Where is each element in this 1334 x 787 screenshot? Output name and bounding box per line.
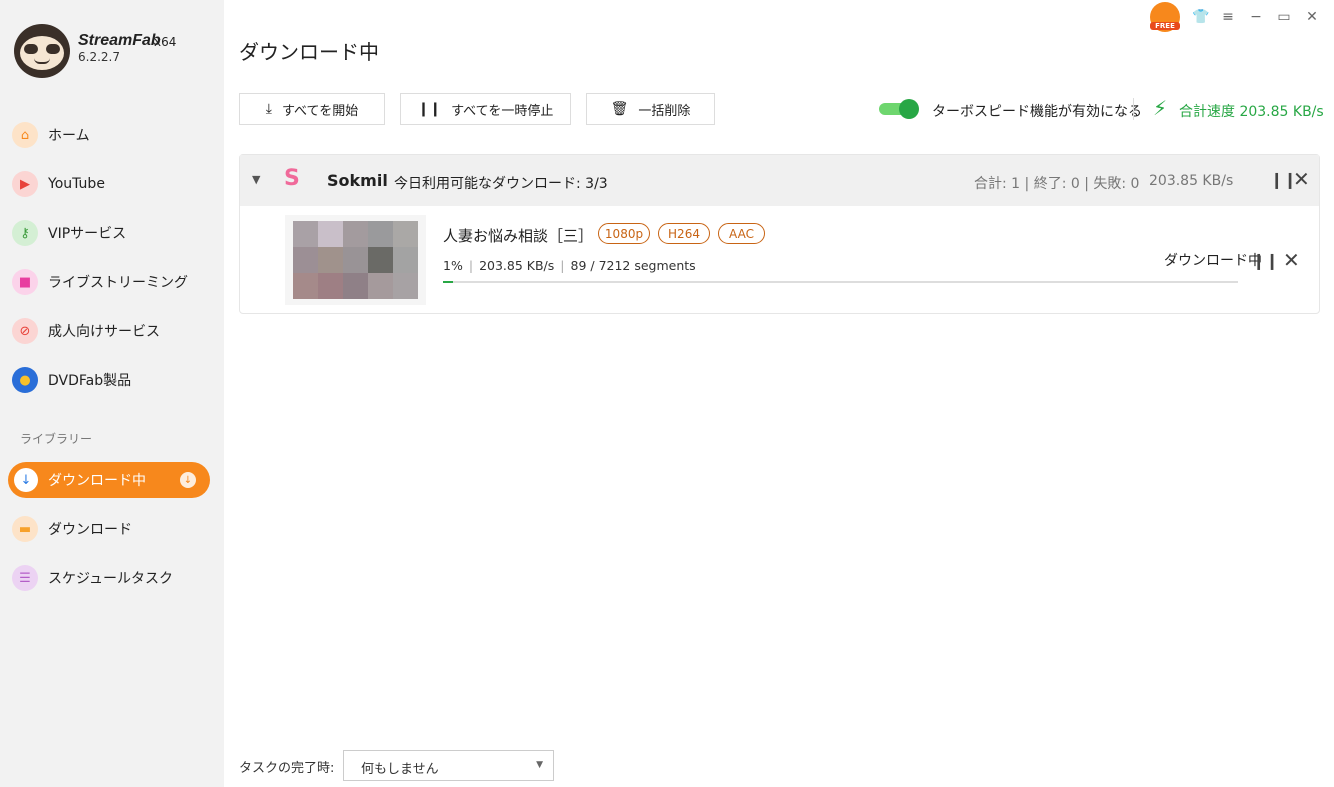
sidebar-item-vip[interactable]: ⚷ VIPサービス [12, 215, 212, 251]
menu-icon[interactable]: ≡ [1220, 9, 1236, 25]
group-close-icon[interactable]: ✕ [1293, 167, 1310, 191]
sidebar-item-downloaded[interactable]: ▬ ダウンロード [12, 511, 212, 547]
group-stats: 合計: 1 | 終了: 0 | 失敗: 0 [974, 176, 1140, 192]
sidebar-item-youtube[interactable]: ▶ YouTube [12, 166, 212, 202]
lightning-icon: ⚡ [1153, 96, 1168, 120]
dvdfab-icon: ● [12, 367, 38, 393]
group-header: ▼ S Sokmil 今日利用可能なダウンロード: 3/3 合計: 1 | 終了… [240, 155, 1319, 206]
task-segments: 89 / 7212 segments [570, 258, 696, 273]
delete-all-label: 一括削除 [638, 103, 691, 119]
trash-icon: 🗑 [610, 101, 629, 117]
divider [1133, 98, 1134, 120]
pause-all-label: すべてを一時停止 [451, 103, 554, 119]
schedule-icon: ☰ [12, 565, 38, 591]
sloth-logo-icon [14, 24, 70, 78]
app-name: StreamFab [78, 32, 161, 49]
camera-icon: ■ [12, 269, 38, 295]
download-icon: ↓ [14, 468, 38, 492]
site-quota: 今日利用可能なダウンロード: 3/3 [394, 176, 608, 192]
sidebar-item-label: 成人向けサービス [48, 324, 160, 340]
group-speed: 203.85 KB/s [1149, 173, 1234, 189]
page-title: ダウンロード中 [239, 40, 379, 64]
completion-value: 何もしません [361, 762, 439, 777]
sidebar-item-dvdfab[interactable]: ● DVDFab製品 [12, 362, 212, 398]
folder-icon: ▬ [12, 516, 38, 542]
task-title: 人妻お悩み相談［三］ [443, 227, 594, 245]
completion-label: タスクの完了時: [239, 761, 335, 776]
free-badge[interactable]: FREE [1150, 2, 1180, 32]
download-badge-icon: ↓ [180, 472, 196, 488]
completion-select[interactable]: 何もしません ▼ [343, 750, 554, 781]
task-meta: 1% | 203.85 KB/s | 89 / 7212 segments [443, 258, 696, 273]
sidebar-item-label: ダウンロード中 [48, 473, 146, 489]
sokmil-logo-icon: S [284, 166, 300, 191]
sidebar-item-home[interactable]: ⌂ ホーム [12, 117, 212, 153]
app-version: 6.2.2.7 [78, 50, 120, 64]
sidebar-item-label: ダウンロード [48, 522, 132, 538]
sidebar-item-downloading[interactable]: ↓ ダウンロード中 ↓ [8, 462, 210, 498]
shirt-icon[interactable]: 👕 [1192, 9, 1209, 25]
video-codec-tag: H264 [658, 223, 710, 244]
youtube-icon: ▶ [12, 171, 38, 197]
start-all-button[interactable]: ⤓ すべてを開始 [239, 93, 385, 125]
sidebar-item-label: スケジュールタスク [48, 571, 174, 587]
app-arch: x64 [154, 35, 177, 49]
sidebar-item-label: ライブストリーミング [48, 275, 188, 291]
chevron-down-icon: ▼ [536, 760, 543, 770]
delete-all-button[interactable]: 🗑 一括削除 [586, 93, 715, 125]
video-thumbnail [285, 215, 426, 305]
collapse-caret-icon[interactable]: ▼ [252, 173, 260, 186]
task-pause-icon[interactable]: ❙❙ [1252, 251, 1279, 270]
free-label: FREE [1150, 22, 1180, 30]
start-all-label: すべてを開始 [281, 103, 359, 119]
sidebar-item-label: ホーム [48, 128, 90, 144]
site-name: Sokmil [327, 171, 388, 190]
sidebar-item-live[interactable]: ■ ライブストリーミング [12, 264, 212, 300]
task-progress-fill [443, 281, 453, 283]
download-arrow-icon: ⤓ [265, 101, 272, 117]
task-close-icon[interactable]: ✕ [1283, 248, 1300, 272]
sidebar: StreamFab x64 6.2.2.7 ⌂ ホーム ▶ YouTube ⚷ … [0, 0, 224, 787]
sidebar-item-adult[interactable]: ⊘ 成人向けサービス [12, 313, 212, 349]
sidebar-item-label: VIPサービス [48, 226, 127, 242]
download-group: ▼ S Sokmil 今日利用可能なダウンロード: 3/3 合計: 1 | 終了… [239, 154, 1320, 314]
key-icon: ⚷ [12, 220, 38, 246]
pause-icon: ❙❙ [417, 101, 442, 117]
minimize-icon[interactable]: − [1248, 9, 1264, 25]
home-icon: ⌂ [12, 122, 38, 148]
sidebar-item-schedule[interactable]: ☰ スケジュールタスク [12, 560, 212, 596]
app-logo: StreamFab x64 6.2.2.7 [14, 24, 214, 80]
maximize-icon[interactable]: ▭ [1276, 9, 1292, 25]
total-speed: 合計速度 203.85 KB/s [1179, 104, 1324, 120]
task-speed: 203.85 KB/s [479, 258, 555, 273]
turbo-label: ターボスピード機能が有効になる [932, 104, 1142, 120]
pause-all-button[interactable]: ❙❙ すべてを一時停止 [400, 93, 571, 125]
sidebar-item-label: YouTube [48, 176, 105, 192]
task-progress-bar [443, 281, 1238, 283]
window-controls: FREE 👕 ≡ − ▭ ✕ [1150, 2, 1320, 32]
adult-icon: ⊘ [12, 318, 38, 344]
task-status: ダウンロード中 [1164, 253, 1262, 269]
turbo-toggle[interactable] [879, 99, 919, 119]
audio-codec-tag: AAC [718, 223, 765, 244]
resolution-tag: 1080p [598, 223, 650, 244]
library-title: ライブラリー [20, 432, 93, 446]
sidebar-item-label: DVDFab製品 [48, 373, 132, 389]
task-percent: 1% [443, 258, 463, 273]
close-icon[interactable]: ✕ [1304, 9, 1320, 25]
